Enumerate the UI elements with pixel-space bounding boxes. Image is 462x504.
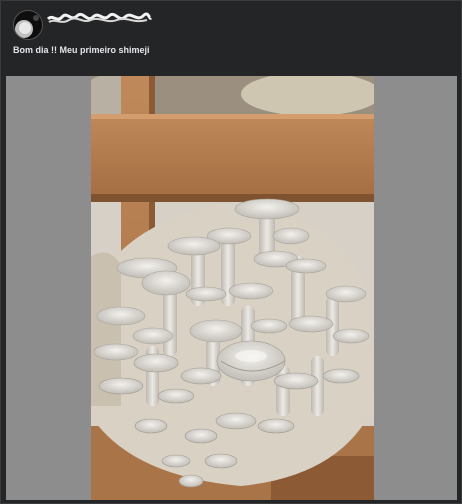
post-caption: Bom dia !! Meu primeiro shimeji [13, 45, 150, 55]
post-media[interactable] [6, 76, 457, 500]
profile-avatar-icon [14, 11, 42, 39]
redacted-scribble [47, 12, 152, 23]
author-name-redacted[interactable] [47, 11, 152, 27]
post-header: Bom dia !! Meu primeiro shimeji [1, 1, 461, 76]
author-avatar[interactable] [13, 10, 43, 40]
mushroom-photo[interactable] [91, 76, 374, 500]
mushroom-photo-graphic [91, 76, 374, 500]
post-card: Bom dia !! Meu primeiro shimeji [0, 0, 462, 504]
